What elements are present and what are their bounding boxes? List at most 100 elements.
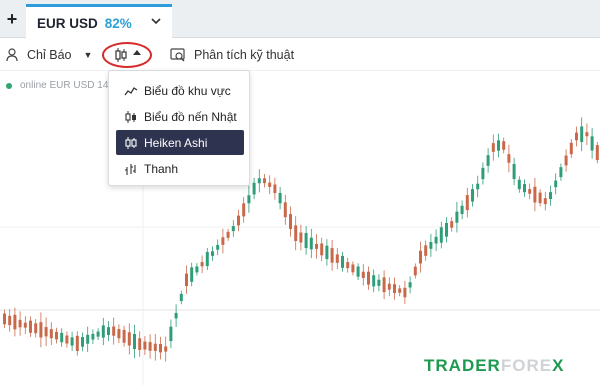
candle-body <box>242 203 246 217</box>
candle-body <box>268 182 272 187</box>
candlestick-icon <box>115 48 127 62</box>
candle-body <box>179 293 183 302</box>
candle-body <box>70 337 74 346</box>
chart-type-button[interactable] <box>102 40 152 70</box>
candle-body <box>159 344 162 353</box>
candle-body <box>8 315 12 326</box>
candle-body <box>91 333 95 340</box>
candle-body <box>133 333 136 350</box>
candle-body <box>393 284 396 294</box>
candle-body <box>278 192 282 204</box>
candle-body <box>408 282 412 288</box>
candle-body <box>237 215 240 226</box>
heiken-ashi-icon <box>125 136 137 149</box>
candle-body <box>590 136 594 151</box>
grid <box>0 72 600 385</box>
menu-item-label: Heiken Ashi <box>144 135 208 150</box>
candle-body <box>595 145 599 161</box>
menu-item-candlestick[interactable]: Biểu đồ nến Nhật <box>116 104 244 129</box>
candle-body <box>465 195 469 211</box>
candle-body <box>497 140 500 151</box>
candle-body <box>335 254 339 263</box>
chart-legend: online EUR USD 14 <box>6 80 108 91</box>
tab-payout-percent: 82% <box>104 15 132 31</box>
caret-up-icon <box>133 50 141 55</box>
candle-body <box>341 255 344 268</box>
candle-body <box>486 155 490 166</box>
candle-body <box>122 329 126 343</box>
bar-chart-icon <box>125 163 136 175</box>
chart-type-menu: Biểu đồ khu vực Biểu đồ nến Nhật Heiken … <box>108 70 250 186</box>
candle-body <box>29 320 32 333</box>
technical-analysis-button[interactable]: Phân tích kỹ thuật <box>170 39 294 71</box>
candle-body <box>23 322 27 328</box>
candle-body <box>247 195 251 204</box>
menu-item-bar[interactable]: Thanh <box>116 156 244 181</box>
candle-body <box>195 266 199 273</box>
menu-item-heiken-ashi[interactable]: Heiken Ashi <box>116 130 244 155</box>
candle-body <box>112 326 116 336</box>
candle-body <box>299 232 303 243</box>
candle-body <box>523 184 526 193</box>
candle-body <box>330 248 334 263</box>
candle-body <box>372 275 376 287</box>
candle-body <box>320 243 324 256</box>
candle-body <box>569 142 573 155</box>
candle-body <box>543 198 547 205</box>
candle-body <box>382 277 386 293</box>
candle-body <box>356 266 360 277</box>
candle-body <box>205 251 209 267</box>
person-icon <box>6 48 18 62</box>
candle-body <box>34 323 38 334</box>
candle-body <box>367 271 370 285</box>
candle-body <box>169 326 173 342</box>
candle-body <box>273 184 277 194</box>
candle-body <box>65 335 69 344</box>
candle-body <box>60 332 64 343</box>
add-tab-button[interactable]: + <box>0 0 24 38</box>
candle-body <box>143 341 147 350</box>
chevron-down-icon[interactable] <box>150 16 162 26</box>
indicators-button[interactable]: Chỉ Báo ▼ <box>6 39 92 71</box>
candle-body <box>413 266 417 276</box>
menu-item-label: Thanh <box>144 161 179 176</box>
candle-body <box>216 244 220 250</box>
online-status-dot <box>6 82 12 89</box>
candle-body <box>481 167 485 180</box>
candle-body <box>445 222 448 237</box>
tab-bar: + EUR USD 82% <box>0 0 600 39</box>
legend-text: online EUR USD 14 <box>20 80 109 91</box>
candle-body <box>153 343 157 351</box>
candle-body <box>533 186 537 203</box>
candle-body <box>502 141 506 150</box>
candle-body <box>424 245 428 256</box>
candle-body <box>18 319 22 328</box>
candle-body <box>138 338 142 350</box>
candle-body <box>13 314 17 330</box>
tab-eur-usd[interactable]: EUR USD 82% <box>26 4 172 39</box>
candle-body <box>231 226 235 232</box>
candle-body <box>585 132 589 137</box>
candle-body <box>101 325 105 338</box>
candle-body <box>575 132 578 141</box>
technical-analysis-label: Phân tích kỹ thuật <box>194 48 295 62</box>
candle-body <box>44 327 48 337</box>
candle-body <box>315 243 318 249</box>
menu-item-area-chart[interactable]: Biểu đồ khu vực <box>116 78 244 103</box>
candle-body <box>211 251 214 256</box>
candle-body <box>398 288 402 293</box>
candle-body <box>325 245 329 260</box>
candle-body <box>86 334 90 344</box>
price-chart[interactable] <box>0 72 600 385</box>
candle-body <box>252 182 256 195</box>
candle-body <box>538 192 542 204</box>
candle-body <box>127 332 131 346</box>
area-chart-icon <box>124 86 138 95</box>
candle-body <box>491 143 495 152</box>
candle-body <box>439 227 443 243</box>
candle-body <box>419 250 422 264</box>
candle-body <box>164 346 168 352</box>
candle-body <box>460 205 464 214</box>
candle-body <box>283 202 287 218</box>
candle-body <box>564 155 568 166</box>
